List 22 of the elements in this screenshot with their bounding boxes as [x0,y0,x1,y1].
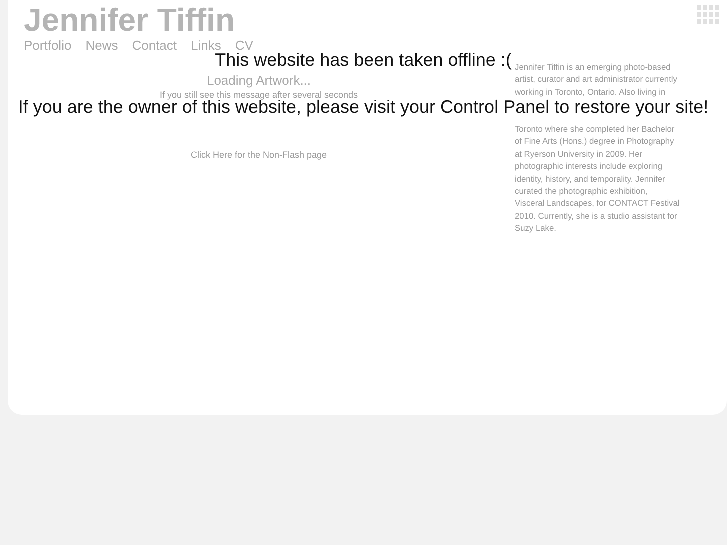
bio-line: photographic interests include exploring [515,160,664,173]
offline-title: This website has been taken offline :( [215,50,512,71]
bio-line: at Ryerson University in 2009. Her [515,148,644,160]
nav-link[interactable]: Links [191,38,222,53]
bio-line: identity, history, and temporality. Jennifer [515,172,666,186]
bio-line: curated the photographic exhibition, [515,185,649,198]
bio-line: of Fine Arts (Hons.) degree in Photography [515,135,676,148]
site-title: Jennifer Tiffin [24,2,235,38]
loading-text: Loading Artwork... [206,73,312,88]
nav-link[interactable]: Portfolio [24,38,72,53]
bio-line: Toronto where she completed her Bachelor [515,123,676,136]
nav-link[interactable]: Contact [132,38,178,53]
page-link[interactable]: Click Here for the Non-Flash page [190,150,328,160]
bio-line: Jennifer Tiffin is an emerging photo-based [515,61,672,74]
logo-icon [697,5,721,25]
bio-line: Visceral Landscapes, for CONTACT Festival [515,197,681,210]
nav-link[interactable]: CV [235,38,254,53]
bio-line: working in Toronto, Ontario. Also living in [515,86,667,98]
bio-line: Suzy Lake. [515,222,558,235]
bio-line: 2010. Currently, she is a studio assistant for [515,210,678,222]
bio-line: artist, curator and art administrator currently [515,73,678,86]
nav-link[interactable]: News [86,38,118,53]
